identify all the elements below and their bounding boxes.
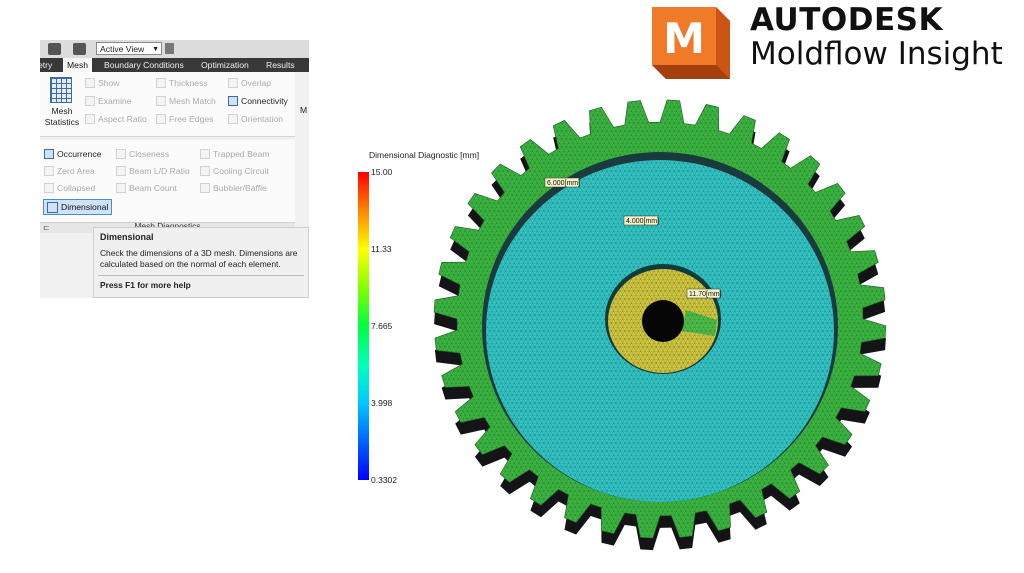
gear-model-view[interactable]: 6.000[mm] 4.000[mm] 11.70[mm] <box>420 95 910 560</box>
svg-text:6.000[mm]: 6.000[mm] <box>547 180 580 187</box>
svg-text:4.000[mm]: 4.000[mm] <box>626 218 659 225</box>
quick-access-toolbar: Active View ▼ <box>40 40 309 58</box>
tooltip: Dimensional Check the dimensions of a 3D… <box>93 227 309 298</box>
dimensional-icon <box>47 201 58 213</box>
bore-hole <box>642 300 684 342</box>
print-icon[interactable] <box>48 43 61 55</box>
beam-count-button[interactable]: Beam Count <box>116 183 177 193</box>
trapped-beam-button[interactable]: Trapped Beam <box>200 149 270 159</box>
tooltip-help: Press F1 for more help <box>100 280 191 290</box>
closeness-button[interactable]: Closeness <box>116 149 169 159</box>
aspect-ratio-icon <box>85 114 95 124</box>
tooltip-title: Dimensional <box>100 232 154 242</box>
dimension-annotation-hub: 11.70[mm] <box>686 288 722 299</box>
beam-count-icon <box>116 183 126 193</box>
active-view-select[interactable]: Active View ▼ <box>96 42 162 55</box>
thickness-icon <box>156 78 166 88</box>
mesh-match-icon <box>156 96 166 106</box>
mesh-statistics-button[interactable]: Mesh Statistics <box>42 106 82 128</box>
free-edges-icon <box>156 114 166 124</box>
cooling-circuit-icon <box>200 166 210 176</box>
autodesk-logo-icon: M <box>652 7 730 79</box>
truncated-label: M <box>300 105 308 115</box>
show-icon <box>85 78 95 88</box>
aspect-ratio-button[interactable]: Aspect Ratio <box>85 114 147 124</box>
svg-text:11.70[mm]: 11.70[mm] <box>689 291 722 298</box>
examine-button[interactable]: Examine <box>85 96 131 106</box>
legend-tick-max: 15.00 <box>371 167 393 177</box>
zero-area-icon <box>44 166 54 176</box>
dimension-annotation-outer: 6.000[mm] <box>544 177 580 188</box>
tooltip-body: Check the dimensions of a 3D mesh. Dimen… <box>100 248 298 269</box>
dimension-annotation-web: 4.000[mm] <box>623 215 659 226</box>
tab-boundary-conditions[interactable]: Boundary Conditions <box>104 58 184 72</box>
show-button[interactable]: Show <box>85 78 120 88</box>
mesh-ribbon-screenshot: Active View ▼ etry Mesh Boundary Conditi… <box>40 40 309 298</box>
qat-menu-icon[interactable] <box>165 43 174 54</box>
overlap-button[interactable]: Overlap <box>228 78 271 88</box>
zero-area-button[interactable]: Zero Area <box>44 166 95 176</box>
orientation-icon <box>228 114 238 124</box>
bubbler-baffle-icon <box>200 183 210 193</box>
legend-tick-min: 0.3302 <box>371 475 397 485</box>
collapsed-button[interactable]: Collapsed <box>44 183 95 193</box>
cooling-circuit-button[interactable]: Cooling Circuit <box>200 166 269 176</box>
logo-mark-letter: M <box>663 14 705 63</box>
legend-tick-4: 3.998 <box>371 398 393 408</box>
legend-color-bar <box>358 172 369 480</box>
bubbler-baffle-button[interactable]: Bubbler/Baffle <box>200 183 267 193</box>
connectivity-button[interactable]: Connectivity <box>228 96 288 106</box>
beam-ld-ratio-icon <box>116 166 126 176</box>
overlap-icon <box>228 78 238 88</box>
ribbon-tabs: etry Mesh Boundary Conditions Optimizati… <box>40 58 309 72</box>
tab-results[interactable]: Results <box>266 58 295 72</box>
connectivity-icon <box>228 96 238 106</box>
beam-ld-ratio-button[interactable]: Beam L/D Ratio <box>116 166 190 176</box>
brand-name: AUTODESK <box>750 2 943 38</box>
legend-tick-3: 7.665 <box>371 321 393 331</box>
orientation-button[interactable]: Orientation <box>228 114 283 124</box>
legend-tick-2: 11.33 <box>371 244 392 254</box>
active-view-value: Active View <box>100 44 145 54</box>
free-edges-button[interactable]: Free Edges <box>156 114 213 124</box>
dimensional-button[interactable]: Dimensional <box>43 199 113 215</box>
occurrence-button[interactable]: Occurrence <box>44 149 101 159</box>
examine-icon <box>85 96 95 106</box>
tab-mesh[interactable]: Mesh <box>63 58 93 72</box>
occurrence-icon <box>44 149 54 159</box>
thickness-button[interactable]: Thickness <box>156 78 208 88</box>
chevron-down-icon: ▼ <box>152 46 159 53</box>
product-name: Moldflow Insight <box>750 36 1003 72</box>
mesh-match-button[interactable]: Mesh Match <box>156 96 216 106</box>
tooltip-divider <box>98 275 304 276</box>
tab-optimization[interactable]: Optimization <box>201 58 249 72</box>
view-icon[interactable] <box>73 43 86 55</box>
mesh-statistics-icon[interactable] <box>50 77 72 103</box>
trapped-beam-icon <box>200 149 210 159</box>
collapsed-icon <box>44 183 54 193</box>
closeness-icon <box>116 149 126 159</box>
tab-geometry[interactable]: etry <box>40 58 52 72</box>
